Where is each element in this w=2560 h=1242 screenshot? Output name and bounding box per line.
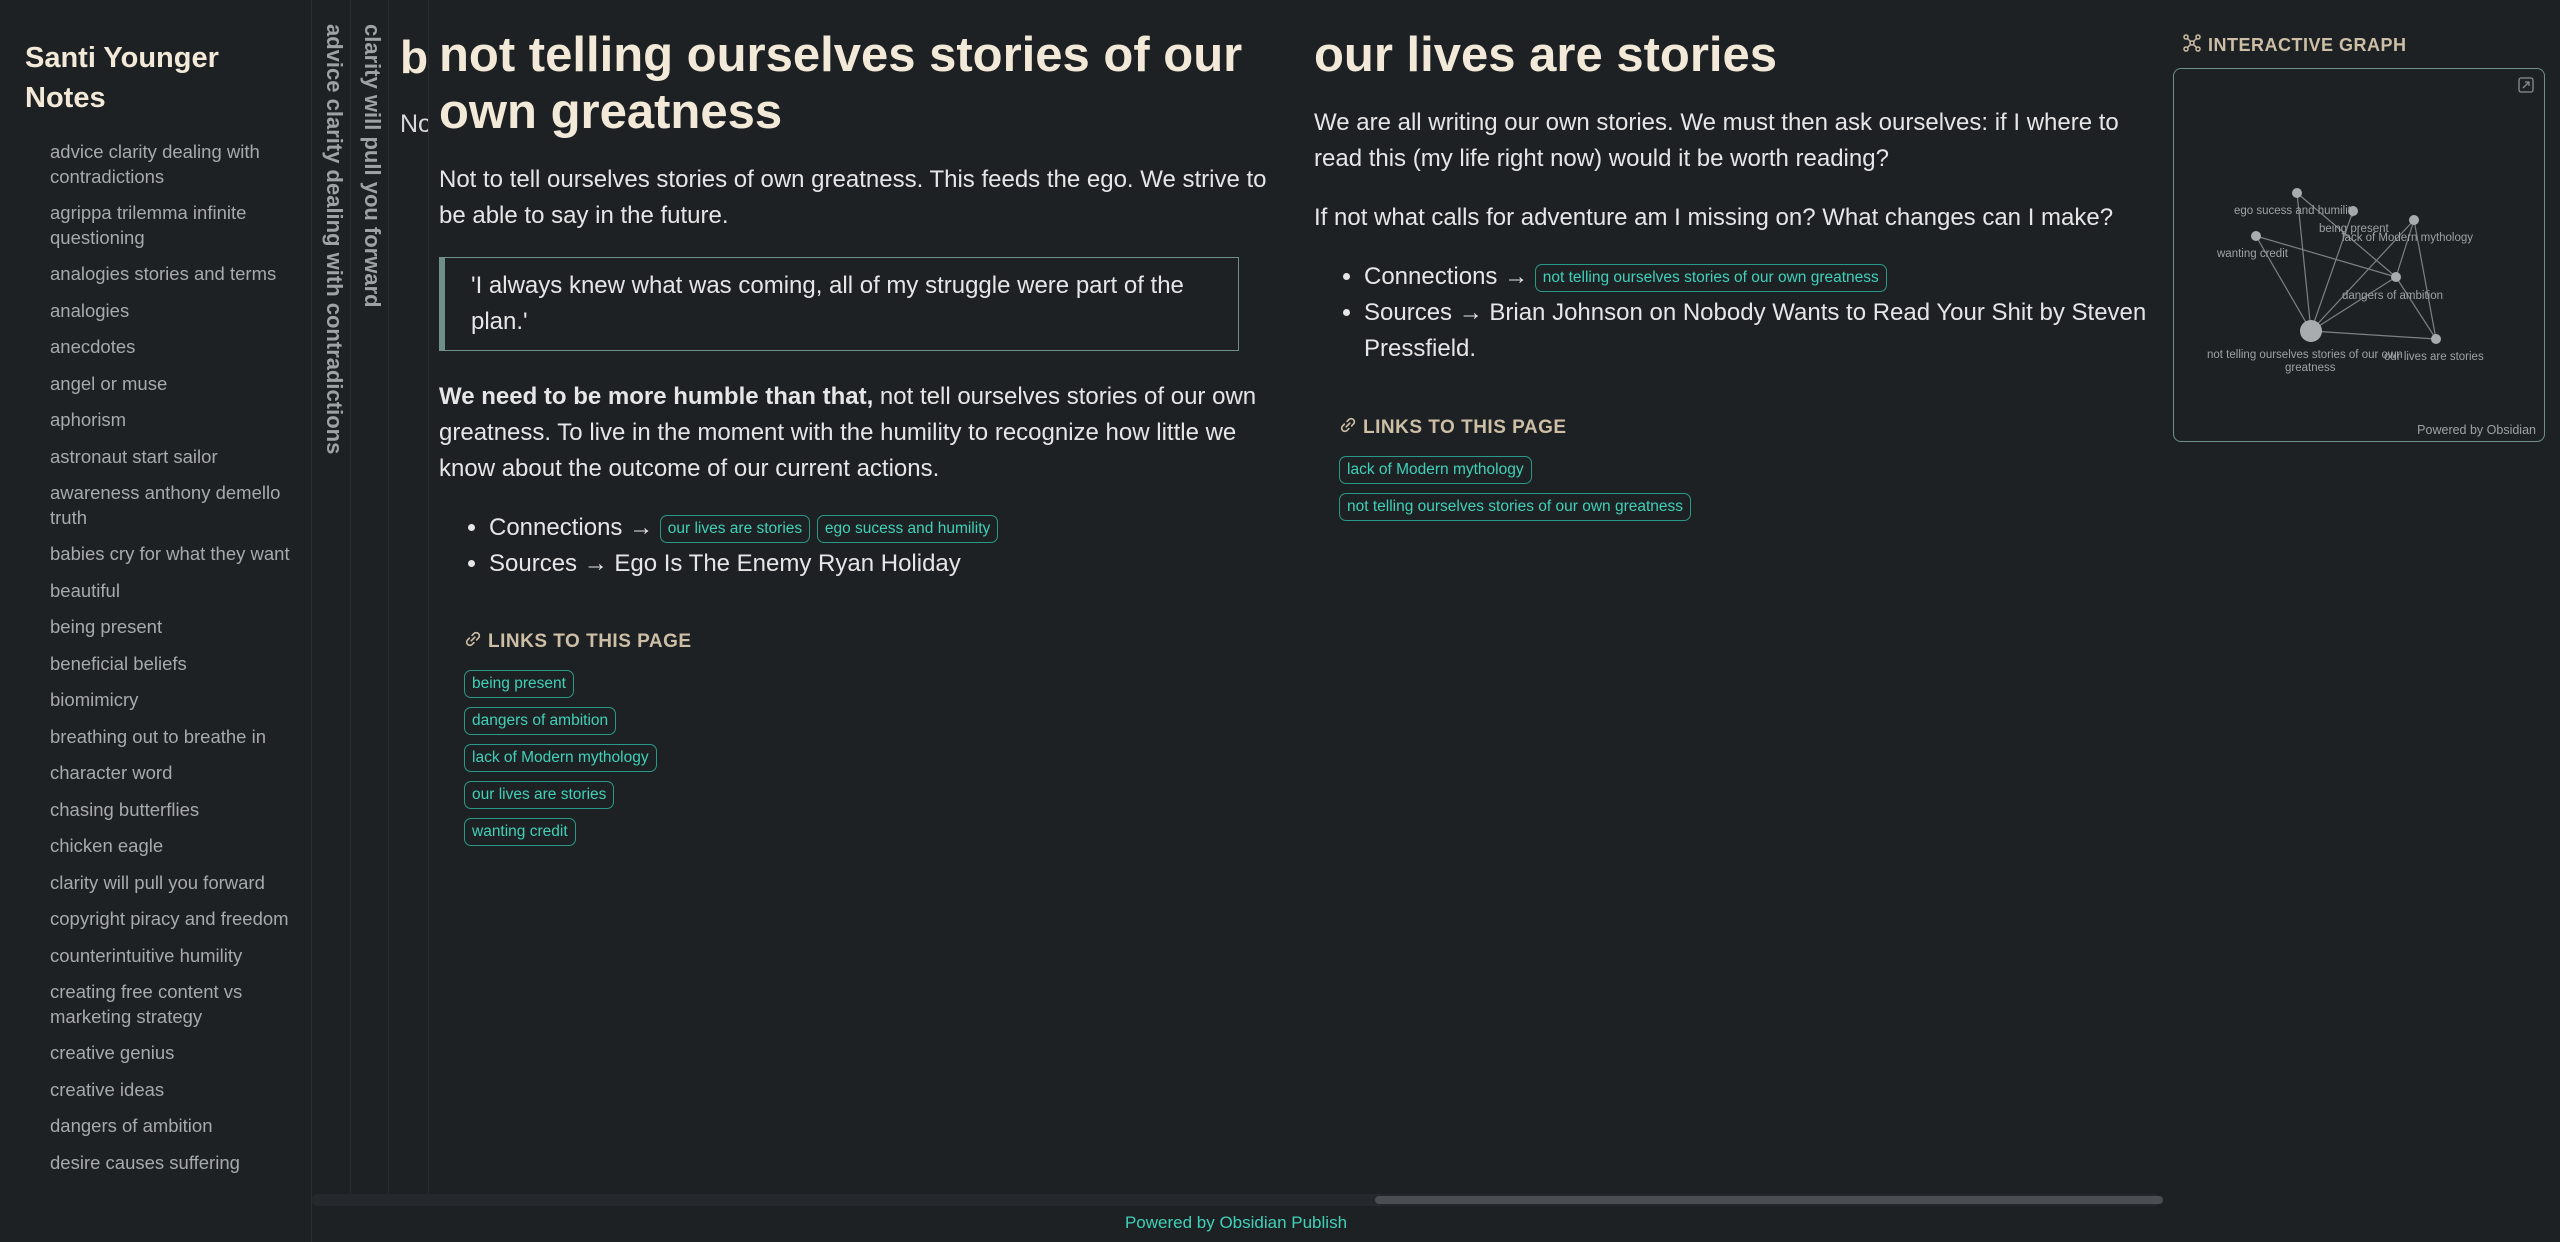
graph-node-label: greatness <box>2285 362 2336 374</box>
sidebar-item[interactable]: advice clarity dealing with contradictio… <box>50 140 290 189</box>
backlink-chip[interactable]: our lives are stories <box>464 781 615 809</box>
sidebar-item[interactable]: beautiful <box>50 579 290 604</box>
horizontal-scrollbar[interactable] <box>312 1194 2163 1206</box>
graph-icon <box>2182 33 2202 58</box>
stacked-pane-heading: b <box>400 31 429 83</box>
graph-canvas[interactable]: ego sucess and humility being present la… <box>2174 69 2546 443</box>
sidebar-item[interactable]: dangers of ambition <box>50 1114 290 1139</box>
sidebar-item[interactable]: awareness anthony demello truth <box>50 481 290 530</box>
sources-item: Sources → Ego Is The Enemy Ryan Holiday <box>489 546 1309 582</box>
graph-powered-by[interactable]: Powered by Obsidian <box>2417 423 2536 437</box>
backlink-chip[interactable]: lack of Modern mythology <box>1339 456 1532 484</box>
backlink-chip[interactable]: dangers of ambition <box>464 707 617 735</box>
page-title: our lives are stories <box>1314 28 1778 82</box>
meta-list: Connections → not telling ourselves stor… <box>1364 259 2204 367</box>
paragraph-2: If not what calls for adventure am I mis… <box>1314 204 2114 231</box>
backlinks-section: LINKS TO THIS PAGE being present dangers… <box>464 630 692 855</box>
sidebar: Santi Younger Notes advice clarity deali… <box>0 0 312 1242</box>
sidebar-item[interactable]: copyright piracy and freedom <box>50 907 290 932</box>
connections-item: Connections → not telling ourselves stor… <box>1364 259 2204 295</box>
sidebar-item[interactable]: creating free content vs marketing strat… <box>50 980 290 1029</box>
graph-node-label: dangers of ambition <box>2342 290 2443 302</box>
backlinks-heading-text: LINKS TO THIS PAGE <box>488 631 692 652</box>
graph-node-label: our lives are stories <box>2384 351 2484 363</box>
graph-heading: INTERACTIVE GRAPH <box>2182 33 2407 58</box>
graph-node-current[interactable] <box>2300 320 2322 342</box>
link-icon <box>464 630 482 654</box>
backlinks-heading-text: LINKS TO THIS PAGE <box>1363 417 1567 438</box>
footer-link[interactable]: Powered by Obsidian Publish <box>312 1213 2160 1233</box>
connections-item: Connections → our lives are stories ego … <box>489 510 1309 546</box>
sidebar-item[interactable]: being present <box>50 615 290 640</box>
backlink-chip[interactable]: lack of Modern mythology <box>464 744 657 772</box>
sidebar-item[interactable]: agrippa trilemma infinite questioning <box>50 201 290 250</box>
sidebar-item[interactable]: clarity will pull you forward <box>50 871 290 896</box>
sidebar-nav: advice clarity dealing with contradictio… <box>50 140 290 1187</box>
page-title: not telling ourselves stories of our own… <box>439 28 1243 139</box>
connection-chip[interactable]: our lives are stories <box>659 514 811 543</box>
graph-heading-text: INTERACTIVE GRAPH <box>2208 35 2407 55</box>
sidebar-item[interactable]: aphorism <box>50 408 290 433</box>
sidebar-item[interactable]: biomimicry <box>50 688 290 713</box>
stacked-pane-advice[interactable]: advice clarity dealing with contradictio… <box>313 0 351 1195</box>
expand-icon[interactable] <box>2518 77 2534 98</box>
connection-chip[interactable]: ego sucess and humility <box>816 514 999 543</box>
connections-label: Connections → <box>489 514 654 541</box>
sidebar-item[interactable]: desire causes suffering <box>50 1151 290 1176</box>
sidebar-item[interactable]: angel or muse <box>50 372 290 397</box>
sidebar-item[interactable]: analogies stories and terms <box>50 262 290 287</box>
interactive-graph[interactable]: ego sucess and humility being present la… <box>2173 68 2545 442</box>
backlink-chip[interactable]: not telling ourselves stories of our own… <box>1339 493 1692 521</box>
sidebar-item[interactable]: astronaut start sailor <box>50 445 290 470</box>
stacked-pane-title[interactable]: clarity will pull you forward <box>359 24 385 308</box>
sidebar-item[interactable]: creative ideas <box>50 1078 290 1103</box>
backlink-chip[interactable]: wanting credit <box>464 818 576 846</box>
blockquote: 'I always knew what was coming, all of m… <box>439 257 1239 351</box>
graph-node[interactable] <box>2409 215 2419 225</box>
graph-node-label: ego sucess and humility <box>2234 205 2357 217</box>
meta-list: Connections → our lives are stories ego … <box>489 510 1309 582</box>
sidebar-item[interactable]: character word <box>50 761 290 786</box>
sidebar-item[interactable]: analogies <box>50 299 290 324</box>
sidebar-item[interactable]: breathing out to breathe in <box>50 725 290 750</box>
connection-chip[interactable]: not telling ourselves stories of our own… <box>1534 263 1887 292</box>
site-title[interactable]: Santi Younger Notes <box>25 38 295 118</box>
paragraph-1: We are all writing our own stories. We m… <box>1314 109 2119 172</box>
sources-item: Sources → Brian Johnson on Nobody Wants … <box>1364 295 2204 367</box>
connections-label: Connections → <box>1364 263 1529 290</box>
graph-node[interactable] <box>2431 334 2441 344</box>
scrollbar-thumb[interactable] <box>1375 1196 2163 1204</box>
stacked-pane-text: No <box>400 110 429 138</box>
backlink-chip[interactable]: being present <box>464 670 574 698</box>
backlinks-heading: LINKS TO THIS PAGE <box>464 630 692 654</box>
graph-node-label: not telling ourselves stories of our own <box>2207 349 2403 361</box>
stacked-pane-title[interactable]: advice clarity dealing with contradictio… <box>321 24 347 454</box>
intro-paragraph: Not to tell ourselves stories of own gre… <box>439 166 1267 229</box>
sidebar-item[interactable]: anecdotes <box>50 335 290 360</box>
stacked-pane-clarity[interactable]: clarity will pull you forward <box>351 0 389 1195</box>
backlinks-list: lack of Modern mythology not telling our… <box>1339 456 1692 521</box>
graph-node[interactable] <box>2391 272 2401 282</box>
sidebar-item[interactable]: creative genius <box>50 1041 290 1066</box>
sidebar-item[interactable]: chasing butterflies <box>50 798 290 823</box>
body-paragraph: We need to be more humble than that, not… <box>439 379 1279 487</box>
backlinks-list: being present dangers of ambition lack o… <box>464 670 692 846</box>
backlinks-heading: LINKS TO THIS PAGE <box>1339 416 1691 440</box>
graph-node[interactable] <box>2251 231 2261 241</box>
bold-lead: We need to be more humble than that, <box>439 383 874 410</box>
sidebar-item[interactable]: beneficial beliefs <box>50 652 290 677</box>
sidebar-item[interactable]: counterintuitive humility <box>50 944 290 969</box>
backlinks-section: LINKS TO THIS PAGE lack of Modern mythol… <box>1339 416 1692 530</box>
graph-node-label: wanting credit <box>2216 248 2289 260</box>
link-icon <box>1339 416 1357 440</box>
sidebar-item[interactable]: chicken eagle <box>50 834 290 859</box>
stacked-pane-partial[interactable]: b No <box>389 0 429 1195</box>
sidebar-item[interactable]: babies cry for what they want <box>50 542 290 567</box>
graph-node-label: lack of Modern mythology <box>2342 232 2473 244</box>
graph-node[interactable] <box>2292 188 2302 198</box>
